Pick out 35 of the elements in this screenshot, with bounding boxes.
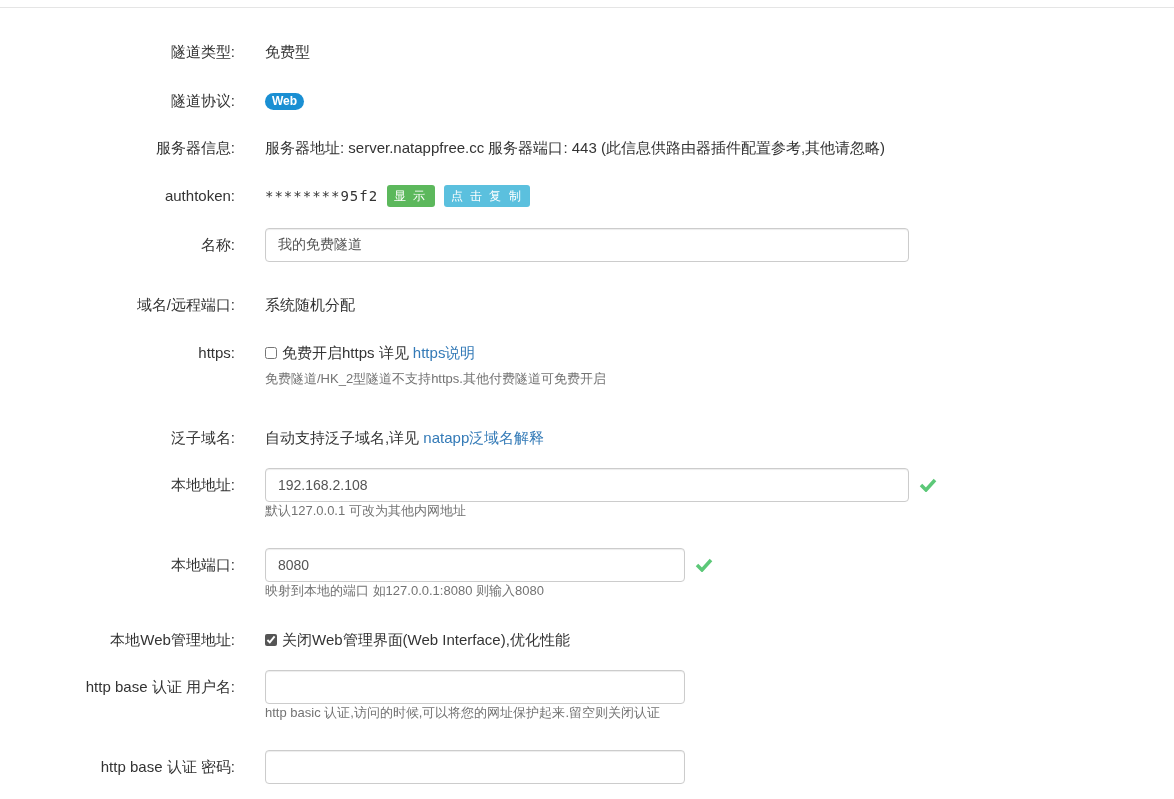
field-label: https: <box>197 343 235 363</box>
protocol-badge: Web <box>265 92 305 110</box>
token-button[interactable]: 显 示 <box>387 185 435 207</box>
checkbox[interactable] <box>265 347 277 359</box>
field-label: 隧道类型: <box>169 42 235 62</box>
help-link[interactable]: natapp泛域名解释 <box>423 428 545 446</box>
field-label: 服务器信息: <box>154 138 235 158</box>
token-value: ********95f2 <box>265 186 379 206</box>
checkbox-label: 免费开启https 详见 https说明 <box>282 342 476 363</box>
text-input[interactable]: 192.168.2.108 <box>265 468 909 502</box>
field-label: authtoken: <box>163 186 235 206</box>
field-value: 免费型 <box>265 41 310 62</box>
field-label: 泛子域名: <box>169 428 235 448</box>
text-input[interactable] <box>265 670 685 704</box>
field-value: 自动支持泛子域名,详见 natapp泛域名解释 <box>265 427 545 448</box>
field-label: 隧道协议: <box>169 91 235 111</box>
help-text: 默认127.0.0.1 可改为其他内网地址 <box>265 502 467 520</box>
help-text: http basic 认证,访问的时候,可以将您的网址保护起来.留空则关闭认证 <box>265 704 662 722</box>
field-label: 域名/远程端口: <box>135 295 235 315</box>
field-label: 名称: <box>199 235 235 255</box>
field-value: 系统随机分配 <box>265 294 355 315</box>
field-label: http base 认证 用户名: <box>84 677 235 697</box>
text-input[interactable]: 8080 <box>265 548 685 582</box>
text-input[interactable]: 我的免费隧道 <box>265 228 909 262</box>
field-value: 服务器地址: server.natappfree.cc 服务器端口: 443 (此信息供路由器插件配置参考,其他请忽略) <box>265 137 886 158</box>
checkbox[interactable] <box>265 634 277 646</box>
field-label: 本地地址: <box>169 475 235 495</box>
help-link[interactable]: https说明 <box>412 343 476 361</box>
checkbox-label: 关闭Web管理界面(Web Interface),优化性能 <box>282 629 570 650</box>
field-label: 本地端口: <box>169 555 235 575</box>
help-text: 免费隧道/HK_2型隧道不支持https.其他付费隧道可免费开启 <box>265 370 606 388</box>
field-label: 本地Web管理地址: <box>109 630 235 650</box>
text-input[interactable] <box>265 750 685 784</box>
help-text: 映射到本地的端口 如127.0.0.1:8080 则输入8080 <box>265 582 545 600</box>
field-label: http base 认证 密码: <box>99 757 235 777</box>
